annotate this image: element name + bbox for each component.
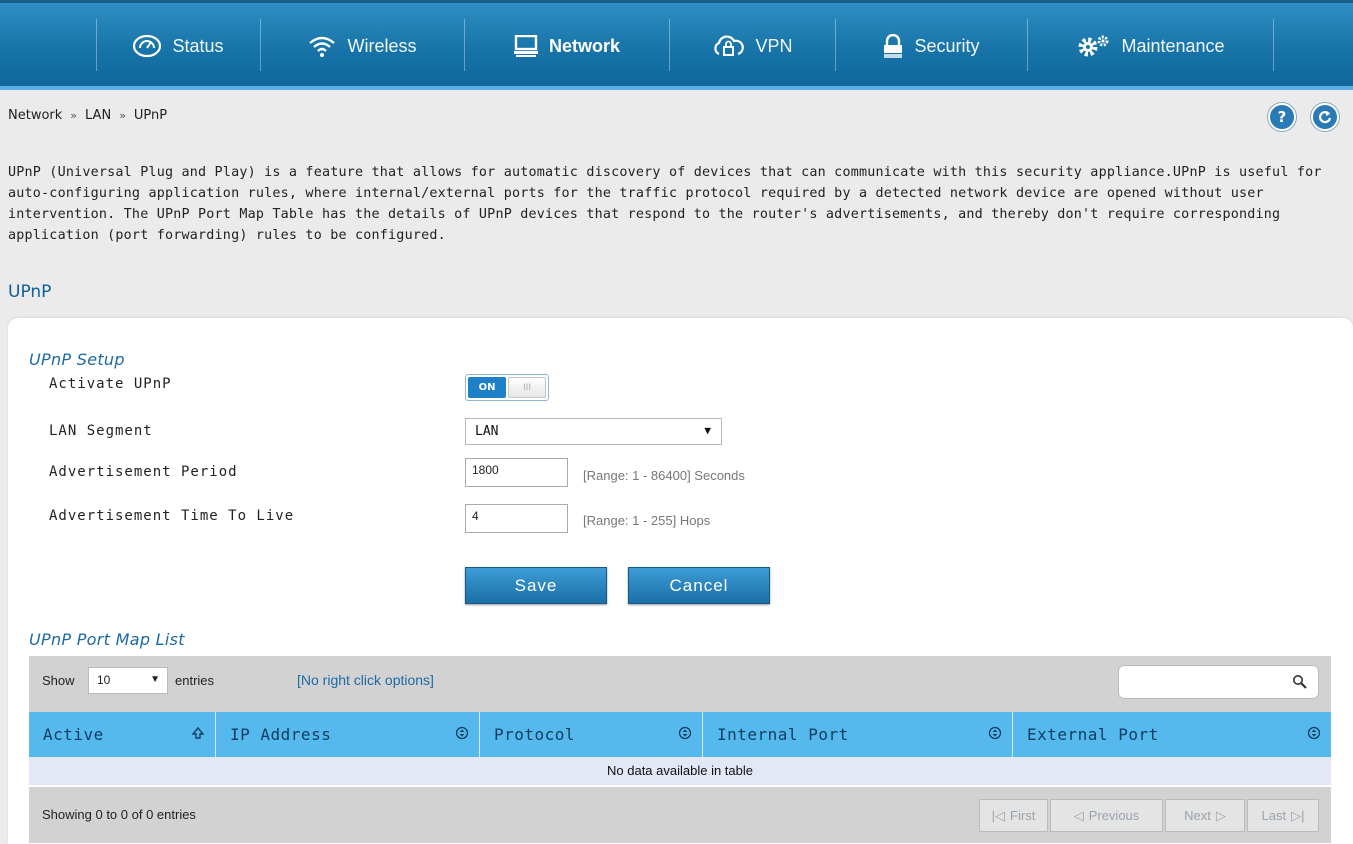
nav-item-status[interactable]: Status	[96, 6, 260, 86]
sort-both-icon	[455, 726, 469, 740]
sort-both-icon	[988, 726, 1002, 740]
next-page-icon: ▷	[1215, 807, 1226, 823]
advertisement-ttl-label: Advertisement Time To Live	[49, 508, 295, 524]
showing-entries-text: Showing 0 to 0 of 0 entries	[42, 807, 196, 822]
nav-separator	[1273, 19, 1274, 71]
nav-item-wireless[interactable]: Wireless	[260, 6, 464, 86]
pager-label: Next	[1184, 808, 1211, 823]
first-page-icon: |◁	[991, 807, 1006, 823]
refresh-icon[interactable]	[1311, 103, 1339, 131]
lan-segment-label: LAN Segment	[49, 423, 153, 439]
advertisement-ttl-input[interactable]: 4	[465, 504, 568, 533]
lan-segment-value: LAN	[475, 424, 499, 439]
nav-label: Security	[914, 35, 980, 56]
section-title: UPnP	[8, 282, 52, 302]
show-label: Show	[42, 673, 75, 688]
column-header-label: External Port	[1027, 725, 1159, 744]
cancel-button[interactable]: Cancel	[628, 567, 770, 604]
dropdown-arrow-icon: ▼	[704, 424, 711, 437]
activate-upnp-label: Activate UPnP	[49, 376, 172, 392]
breadcrumb-item-network[interactable]: Network	[8, 108, 62, 123]
last-page-icon: ▷|	[1291, 807, 1305, 823]
pager-label: Previous	[1088, 808, 1140, 823]
column-header-label: Internal Port	[717, 725, 849, 744]
breadcrumb-item-upnp: UPnP	[133, 108, 168, 123]
entries-label: entries	[175, 673, 215, 688]
nav-label: VPN	[755, 35, 793, 56]
wifi-icon	[309, 36, 336, 57]
lan-segment-select[interactable]: LAN ▼	[465, 418, 722, 445]
advertisement-period-input[interactable]: 1800	[465, 458, 568, 487]
nav-label: Network	[548, 35, 620, 56]
gears-icon	[1078, 35, 1109, 57]
dropdown-arrow-icon: ▼	[150, 674, 160, 685]
monitor-icon	[513, 35, 538, 57]
speedometer-icon	[133, 34, 162, 58]
table-search-input[interactable]	[1118, 665, 1319, 699]
page-size-value: 10	[97, 673, 111, 687]
nav-item-maintenance[interactable]: Maintenance	[1027, 6, 1273, 86]
nav-label: Maintenance	[1121, 35, 1225, 56]
pager-label: First	[1010, 808, 1036, 823]
column-header-active[interactable]: Active	[29, 712, 216, 757]
page-description: UPnP (Universal Plug and Play) is a feat…	[8, 165, 1322, 243]
help-icon-glyph: ?	[1277, 108, 1287, 126]
nav-item-security[interactable]: Security	[835, 6, 1027, 86]
table-empty-row: No data available in table	[29, 757, 1331, 785]
upnp-setup-title: UPnP Setup	[29, 350, 125, 369]
breadcrumb-item-lan[interactable]: LAN	[85, 108, 111, 123]
nav-baseline	[0, 86, 1353, 90]
breadcrumb-separator: »	[70, 109, 78, 122]
port-map-list-title: UPnP Port Map List	[29, 630, 185, 649]
save-button[interactable]: Save	[465, 567, 607, 604]
activate-upnp-toggle[interactable]: ON III	[465, 374, 549, 401]
nav-label: Status	[172, 35, 224, 56]
pager-first-button[interactable]: |◁ First	[979, 799, 1048, 832]
toggle-on-text: ON	[468, 377, 506, 398]
search-icon	[1293, 675, 1307, 689]
previous-page-icon: ◁	[1073, 807, 1084, 823]
refresh-icon-glyph	[1318, 111, 1332, 124]
pager-label: Last	[1261, 808, 1287, 823]
sort-asc-icon	[191, 726, 205, 739]
advertisement-period-range: [Range: 1 - 86400] Seconds	[583, 468, 745, 483]
advertisement-ttl-range: [Range: 1 - 255] Hops	[583, 513, 711, 528]
nav-item-vpn[interactable]: VPN	[669, 6, 835, 86]
toggle-knob: III	[508, 377, 546, 398]
column-header-ip-address[interactable]: IP Address	[216, 712, 480, 757]
column-header-external-port[interactable]: External Port	[1013, 712, 1331, 757]
nav-item-network[interactable]: Network	[464, 6, 669, 86]
help-icon[interactable]: ?	[1268, 103, 1296, 131]
pager-next-button[interactable]: Next ▷	[1165, 799, 1245, 832]
pager-last-button[interactable]: Last ▷|	[1247, 799, 1319, 832]
page-size-select[interactable]: 10 ▼	[88, 667, 168, 694]
breadcrumb: Network » LAN » UPnP	[8, 108, 167, 123]
column-header-label: Active	[43, 725, 104, 744]
breadcrumb-separator: »	[119, 109, 126, 122]
no-right-click-note: [No right click options]	[297, 672, 434, 688]
sort-both-icon	[1307, 726, 1321, 740]
table-header: Active IP Address Protocol Internal Port…	[29, 712, 1331, 757]
column-header-label: Protocol	[494, 725, 576, 744]
sort-both-icon	[678, 726, 692, 740]
column-header-protocol[interactable]: Protocol	[480, 712, 703, 757]
column-header-label: IP Address	[230, 725, 332, 744]
pager-previous-button[interactable]: ◁ Previous	[1050, 799, 1163, 832]
column-header-internal-port[interactable]: Internal Port	[703, 712, 1013, 757]
lock-icon	[884, 34, 903, 58]
top-navigation-bar: Status Wireless Network VPN Security Mai…	[0, 0, 1353, 90]
cloud-lock-icon	[714, 35, 745, 56]
advertisement-period-label: Advertisement Period	[49, 464, 238, 480]
nav-label: Wireless	[347, 35, 417, 56]
